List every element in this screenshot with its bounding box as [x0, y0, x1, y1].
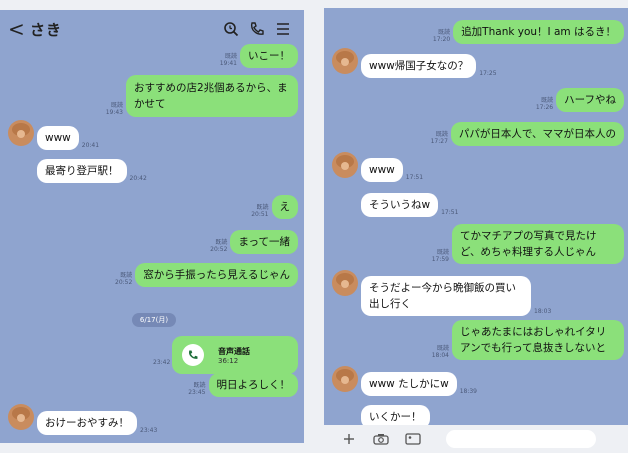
avatar[interactable] — [8, 404, 34, 430]
message-meta: 既読 17:26 — [535, 97, 554, 111]
message-row: 既読 23:45 明日よろしく！ — [0, 373, 298, 397]
message-row: 既読 17:59 てかマチアプの写真で見たけど、めちゃ料理する人じゃん — [324, 224, 624, 264]
menu-icon[interactable] — [270, 17, 296, 41]
message-row: そうだよー今から晩御飯の買い出し行く 18:03 — [361, 276, 554, 316]
message-row: www帰国子女なの？ 17:25 — [361, 54, 500, 78]
message-meta: 既読 17:59 — [431, 249, 449, 263]
message-bubble[interactable]: そうだよー今から晩御飯の買い出し行く — [361, 276, 531, 316]
message-meta: 18:03 — [534, 308, 552, 315]
message-bubble[interactable]: てかマチアプの写真で見たけど、めちゃ料理する人じゃん — [452, 224, 624, 264]
message-meta: 既読 17:20 — [432, 29, 451, 43]
avatar[interactable] — [332, 270, 358, 296]
message-meta: 17:51 — [405, 174, 424, 181]
message-bubble[interactable]: そういうねw — [361, 193, 439, 217]
message-bubble[interactable]: www帰国子女なの？ — [361, 54, 477, 78]
chat-panel-right: 既読 17:20 追加Thank you！I am はるき！ www帰国子女なの？… — [324, 8, 628, 443]
message-bubble[interactable]: いこー！ — [240, 44, 298, 68]
chat-title: さき — [30, 20, 63, 39]
message-meta: 既読 23:45 — [188, 382, 206, 396]
plus-icon[interactable] — [340, 432, 358, 446]
message-row: 既読 17:20 追加Thank you！I am はるき！ — [324, 20, 624, 44]
message-input[interactable] — [446, 430, 596, 448]
date-chip: 6/17(月) — [132, 313, 176, 327]
message-meta: 23:43 — [140, 427, 158, 434]
message-row: 既読 20:52 窓から手振ったら見えるじゃん — [0, 263, 298, 287]
message-bubble[interactable]: 追加Thank you！I am はるき！ — [453, 20, 624, 44]
message-row: 既読 19:43 おすすめの店2兆個あるから、まかせて — [0, 75, 298, 117]
message-meta: 既読 17:27 — [430, 131, 448, 145]
message-meta: 既読 20:52 — [115, 272, 133, 286]
message-bubble[interactable]: 最寄り登戸駅！ — [37, 159, 127, 183]
message-row: 既読 17:26 ハーフやね — [324, 88, 624, 112]
message-row: 既読 18:04 じゃあたまにはおしゃれイタリアンでも行って息抜きしないと — [324, 320, 624, 360]
message-row: 既読 20:51 え — [0, 195, 298, 219]
message-meta: 20:41 — [81, 142, 100, 149]
message-bubble[interactable]: パパが日本人で、ママが日本人の — [450, 122, 624, 146]
avatar[interactable] — [8, 120, 34, 146]
phone-icon[interactable] — [244, 17, 270, 41]
call-time: 23:42 — [153, 359, 171, 366]
voice-call-bubble[interactable]: 音声通話 36:12 — [172, 336, 298, 374]
message-row: 既読 17:27 パパが日本人で、ママが日本人の — [324, 122, 624, 146]
call-label: 音声通話 — [218, 346, 250, 356]
message-bubble[interactable]: 明日よろしく！ — [208, 373, 298, 397]
message-meta: 既読 18:04 — [431, 345, 449, 359]
camera-icon[interactable] — [372, 432, 390, 446]
message-row: www 17:51 — [361, 158, 426, 182]
message-meta: 既読 20:52 — [210, 239, 228, 253]
message-bubble[interactable]: おけーおやすみ！ — [37, 411, 137, 435]
message-bubble[interactable]: まって一緒 — [230, 230, 298, 254]
message-bubble[interactable]: www — [361, 158, 403, 182]
message-row: 既読 20:52 まって一緒 — [0, 230, 298, 254]
message-meta: 20:42 — [129, 175, 147, 182]
message-bubble[interactable]: 窓から手振ったら見えるじゃん — [135, 263, 298, 287]
message-meta: 既読 19:41 — [219, 53, 237, 67]
message-bubble[interactable]: じゃあたまにはおしゃれイタリアンでも行って息抜きしないと — [452, 320, 624, 360]
search-icon[interactable] — [218, 17, 244, 41]
image-icon[interactable] — [404, 432, 422, 446]
message-row: そういうねw 17:51 — [361, 193, 461, 217]
message-row: www 20:41 — [37, 126, 102, 150]
input-toolbar — [324, 425, 628, 453]
message-meta: 17:25 — [479, 70, 497, 77]
message-row: 既読 19:41 いこー！ — [0, 44, 298, 68]
message-bubble[interactable]: ハーフやね — [556, 88, 624, 112]
message-row: www たしかにw 18:39 — [361, 372, 480, 396]
message-row: おけーおやすみ！ 23:43 — [37, 411, 160, 435]
message-meta: 17:51 — [441, 209, 459, 216]
message-bubble[interactable]: え — [271, 195, 298, 219]
message-bubble[interactable]: おすすめの店2兆個あるから、まかせて — [126, 75, 298, 117]
message-bubble[interactable]: www たしかにw — [361, 372, 457, 396]
message-meta: 18:39 — [459, 388, 477, 395]
message-meta: 既読 19:43 — [105, 102, 123, 116]
chat-header: < さき — [0, 10, 304, 48]
message-row: 最寄り登戸駅！ 20:42 — [37, 159, 150, 183]
chat-panel-left: < さき 既読 19:41 いこー！ 既読 19:43 おすすめの店2兆個あるから、… — [0, 10, 304, 443]
message-meta: 既読 20:51 — [251, 204, 269, 218]
avatar[interactable] — [332, 48, 358, 74]
avatar[interactable] — [332, 152, 358, 178]
call-duration: 36:12 — [218, 356, 239, 365]
phone-icon — [182, 344, 204, 366]
message-bubble[interactable]: www — [37, 126, 79, 150]
back-button[interactable]: < — [8, 17, 30, 41]
avatar[interactable] — [332, 366, 358, 392]
